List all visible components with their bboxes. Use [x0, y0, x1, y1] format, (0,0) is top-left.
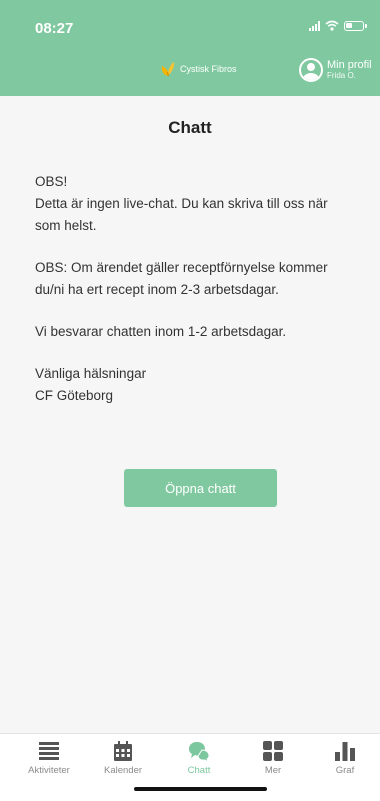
tab-label: Chatt	[187, 765, 211, 776]
avatar-icon	[299, 58, 323, 82]
profile-text: Min profil Frida O.	[327, 59, 372, 80]
tab-mer[interactable]: Mer	[238, 740, 308, 776]
grid-icon	[263, 741, 283, 761]
message-paragraph: OBS: Om ärendet gäller receptförnyelse k…	[35, 257, 365, 301]
list-icon	[39, 742, 59, 760]
tab-graf[interactable]: Graf	[310, 740, 380, 776]
message-line: Vi besvarar chatten inom 1-2 arbetsdagar…	[35, 324, 287, 339]
profile-button[interactable]: Min profil Frida O.	[299, 58, 372, 82]
message-line: som helst.	[35, 218, 97, 233]
battery-icon	[344, 20, 367, 31]
butterfly-icon	[161, 62, 175, 77]
app-header: 08:27 Cystisk Fibros Min profil Frida O.	[0, 0, 380, 96]
tab-label: Mer	[264, 765, 282, 776]
tab-aktiviteter[interactable]: Aktiviteter	[14, 740, 84, 776]
message-paragraph: OBS! Detta är ingen live-chat. Du kan sk…	[35, 171, 365, 237]
message-paragraph: Vänliga hälsningar CF Göteborg	[35, 363, 365, 407]
bar-chart-icon	[335, 742, 355, 761]
home-indicator	[134, 787, 267, 791]
brand-name: Cystisk Fibros	[180, 64, 237, 74]
message-paragraph: Vi besvarar chatten inom 1-2 arbetsdagar…	[35, 321, 365, 343]
tab-label: Graf	[335, 765, 355, 776]
status-icons	[309, 20, 367, 31]
chat-icon	[189, 742, 210, 762]
wifi-icon	[325, 20, 339, 31]
profile-title: Min profil	[327, 59, 372, 72]
message-line: OBS!	[35, 174, 68, 189]
status-time: 08:27	[35, 20, 74, 37]
message-line: Vänliga hälsningar	[35, 366, 147, 381]
brand-logo: Cystisk Fibros	[160, 60, 237, 78]
tab-chatt[interactable]: Chatt	[164, 740, 234, 776]
calendar-icon	[114, 741, 132, 761]
profile-name: Frida O.	[327, 70, 356, 80]
open-chat-button[interactable]: Öppna chatt	[124, 469, 277, 507]
chat-info-message: OBS! Detta är ingen live-chat. Du kan sk…	[35, 171, 365, 427]
page-title: Chatt	[168, 118, 212, 137]
tab-label: Aktiviteter	[28, 765, 70, 776]
tab-kalender[interactable]: Kalender	[88, 740, 158, 776]
message-line: CF Göteborg	[35, 388, 114, 403]
message-line: OBS: Om ärendet gäller receptförnyelse k…	[35, 260, 328, 275]
signal-icon	[309, 20, 320, 31]
message-line: Detta är ingen live-chat. Du kan skriva …	[35, 196, 328, 211]
tab-label: Kalender	[103, 765, 143, 776]
message-line: du/ni ha ert recept inom 2-3 arbetsdagar…	[35, 282, 279, 297]
